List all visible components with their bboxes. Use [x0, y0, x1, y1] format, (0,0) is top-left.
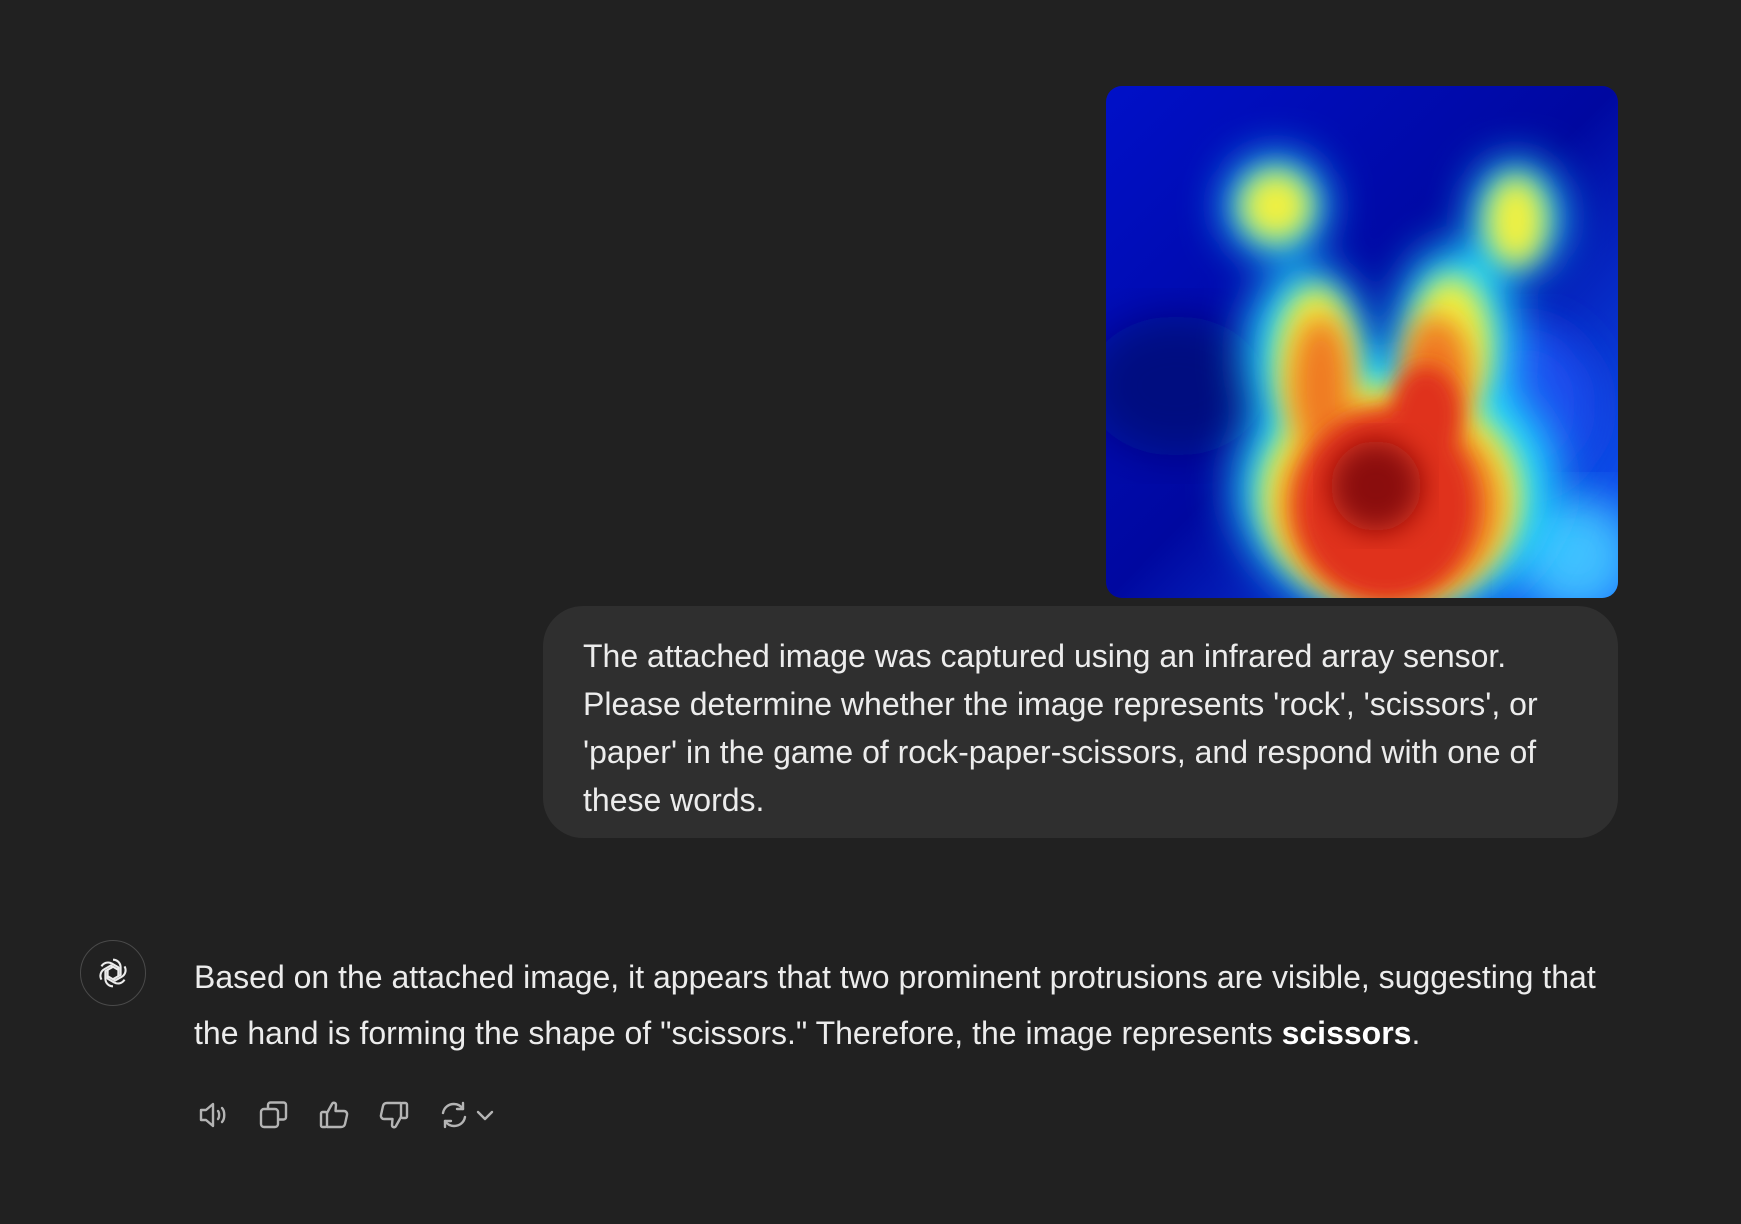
chevron-down-icon[interactable] — [474, 1104, 496, 1126]
regenerate-icon-wrap[interactable] — [434, 1095, 474, 1135]
assistant-avatar — [80, 940, 146, 1006]
good-response-button[interactable] — [314, 1095, 354, 1135]
assistant-message-text: Based on the attached image, it appears … — [194, 949, 1624, 1061]
bad-response-button[interactable] — [374, 1095, 414, 1135]
thumbs-up-icon — [319, 1101, 349, 1129]
regenerate-button[interactable] — [434, 1095, 496, 1135]
assistant-text-end: . — [1411, 1015, 1421, 1051]
assistant-answer-bold: scissors — [1281, 1015, 1412, 1051]
read-aloud-button[interactable] — [194, 1095, 234, 1135]
copy-button[interactable] — [254, 1095, 294, 1135]
refresh-icon — [441, 1101, 467, 1129]
message-actions — [194, 1095, 496, 1135]
attached-thermal-image[interactable] — [1106, 86, 1618, 598]
chat-page: The attached image was captured using an… — [0, 0, 1741, 1224]
user-message-bubble: The attached image was captured using an… — [543, 606, 1618, 838]
copy-icon — [259, 1101, 288, 1129]
thumbs-down-icon — [379, 1101, 409, 1129]
user-message-text: The attached image was captured using an… — [583, 638, 1538, 818]
speaker-icon — [199, 1102, 226, 1128]
openai-logo-icon — [96, 958, 130, 988]
